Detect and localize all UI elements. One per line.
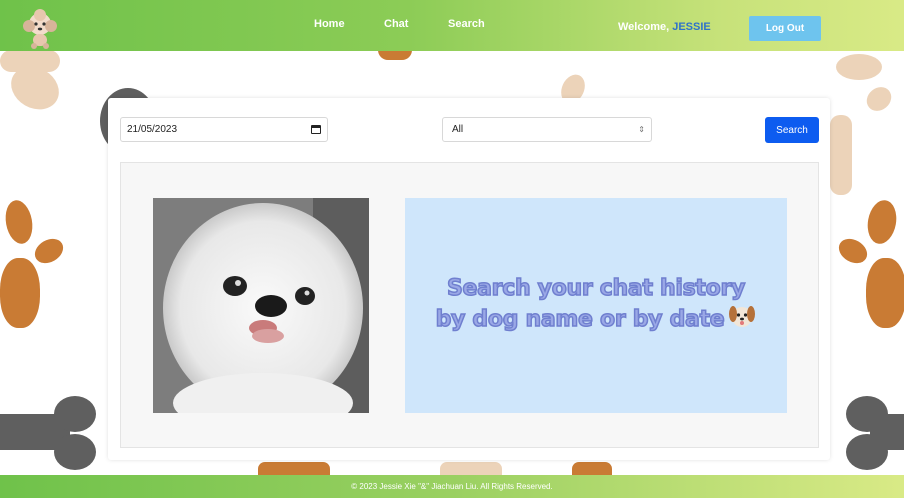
paw-decoration-icon [861,82,897,116]
bone-decoration-icon [378,50,412,60]
page-footer: © 2023 Jessie Xie "&" Jiachuan Liu. All … [0,475,904,498]
dog-filter-select[interactable]: All ⇕ [442,117,652,142]
banner-line-2-text: by dog name or by date [435,306,726,333]
search-button[interactable]: Search [765,117,819,143]
paw-decoration-icon [866,258,904,328]
paw-decoration-icon [0,258,40,328]
paw-decoration-icon [830,115,852,195]
nav-chat-link[interactable]: Chat [384,18,408,30]
nav-home-link[interactable]: Home [314,18,345,30]
search-hint-banner: Search your chat history by dog name or … [405,198,787,413]
poodle-logo-icon[interactable] [18,6,62,50]
date-input[interactable]: 21/05/2023 [120,117,328,142]
results-panel: Search your chat history by dog name or … [120,162,819,448]
banner-line-2: by dog name or by date [435,303,757,337]
search-card: 21/05/2023 All ⇕ Search Search your chat… [108,98,830,460]
white-pomeranian-photo [153,198,369,413]
dog-filter-value: All [452,124,464,135]
date-value: 21/05/2023 [127,124,178,135]
banner-line-1: Search your chat history [446,275,746,302]
copyright-text: © 2023 Jessie Xie "&" Jiachuan Liu. All … [351,482,553,491]
paw-decoration-icon [834,233,872,269]
nav-search-link[interactable]: Search [448,18,485,30]
welcome-message: Welcome, JESSIE [618,21,711,33]
top-navbar: Home Chat Search Welcome, JESSIE Log Out [0,0,904,51]
paw-decoration-icon [572,462,612,476]
bone-decoration-icon [54,396,96,432]
username-label: JESSIE [672,21,711,33]
bone-decoration-icon [54,434,96,470]
dog-face-icon [728,303,756,337]
chevron-updown-icon: ⇕ [638,125,645,134]
paw-decoration-icon [2,198,36,246]
paw-decoration-icon [258,462,330,476]
calendar-icon[interactable] [311,125,321,134]
welcome-prefix: Welcome, [618,21,670,33]
paw-decoration-icon [836,54,882,80]
paw-decoration-icon [864,197,900,247]
bone-decoration-icon [870,414,904,450]
paw-decoration-icon [440,462,502,476]
paw-decoration-icon [30,233,68,269]
logout-button[interactable]: Log Out [749,16,821,41]
